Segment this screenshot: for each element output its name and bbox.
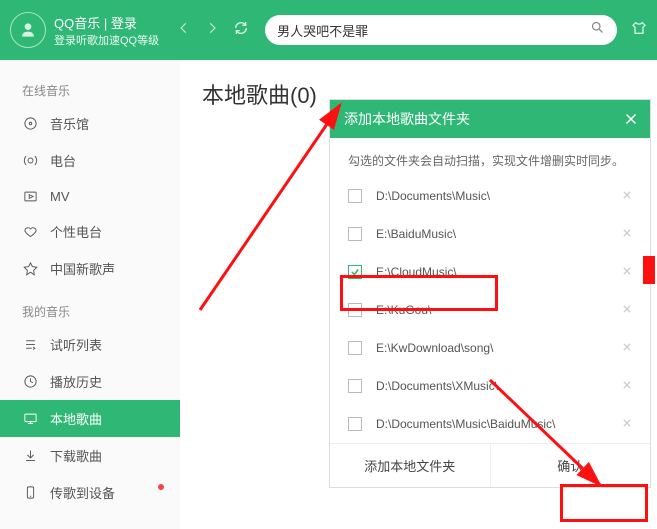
search-box[interactable] — [265, 15, 617, 45]
sidebar-item-online-3[interactable]: 个性电台 — [0, 213, 180, 250]
play-icon — [22, 188, 38, 204]
sidebar-item-mine-0[interactable]: 试听列表 — [0, 326, 180, 363]
remove-icon[interactable] — [622, 227, 636, 241]
heart-icon — [22, 224, 38, 240]
close-icon[interactable] — [612, 100, 650, 138]
sidebar-section-mine: 我的音乐 — [0, 297, 180, 326]
folder-path: E:\KuGou\ — [376, 303, 431, 317]
disc-icon — [22, 116, 38, 132]
folder-path: D:\Documents\Music\ — [376, 189, 490, 203]
sidebar: 在线音乐 音乐馆电台 MV 个性电台中国新歌声 我的音乐 试听列表播放历史本地歌曲下… — [0, 60, 180, 529]
folder-path: D:\Documents\XMusic\ — [376, 379, 498, 393]
folder-path: E:\BaiduMusic\ — [376, 227, 456, 241]
folder-row[interactable]: D:\Documents\XMusic\ — [330, 367, 650, 405]
remove-icon[interactable] — [622, 379, 636, 393]
folder-row[interactable]: D:\Documents\Music\ — [330, 177, 650, 215]
sidebar-item-label: 个性电台 — [50, 222, 102, 241]
sidebar-item-label: 电台 — [50, 151, 76, 170]
download-icon — [22, 448, 38, 464]
login-block[interactable]: QQ音乐 | 登录 登录听歌加速QQ等级 — [54, 13, 159, 48]
annotation-mark — [643, 256, 655, 284]
star-icon — [22, 261, 38, 277]
app-header: QQ音乐 | 登录 登录听歌加速QQ等级 — [0, 0, 657, 60]
sidebar-item-label: MV — [50, 189, 70, 204]
checkbox[interactable] — [348, 227, 362, 241]
list-icon — [22, 337, 38, 353]
computer-icon — [22, 411, 38, 427]
remove-icon[interactable] — [622, 189, 636, 203]
dialog-title: 添加本地歌曲文件夹 — [344, 109, 470, 129]
sidebar-item-online-1[interactable]: 电台 — [0, 142, 180, 179]
remove-icon[interactable] — [622, 265, 636, 279]
dialog-header: 添加本地歌曲文件夹 — [330, 100, 650, 138]
sidebar-item-mine-1[interactable]: 播放历史 — [0, 363, 180, 400]
badge-dot — [158, 484, 164, 490]
sidebar-item-label: 试听列表 — [50, 335, 102, 354]
sidebar-item-online-2[interactable]: MV — [0, 179, 180, 213]
sidebar-item-mine-4[interactable]: 传歌到设备 — [0, 474, 180, 511]
phone-icon — [22, 485, 38, 501]
folder-row[interactable]: E:\KuGou\ — [330, 291, 650, 329]
search-icon[interactable] — [590, 20, 605, 40]
refresh-icon[interactable] — [233, 20, 249, 41]
login-subtitle: 登录听歌加速QQ等级 — [54, 32, 159, 48]
radio-icon — [22, 153, 38, 169]
sidebar-item-label: 播放历史 — [50, 372, 102, 391]
sidebar-item-label: 传歌到设备 — [50, 483, 115, 502]
checkbox[interactable] — [348, 265, 362, 279]
remove-icon[interactable] — [622, 417, 636, 431]
folder-list: D:\Documents\Music\ E:\BaiduMusic\ E:\Clou… — [330, 177, 650, 443]
nav-back-icon[interactable] — [177, 21, 191, 40]
sidebar-item-label: 下载歌曲 — [50, 446, 102, 465]
folder-row[interactable]: D:\Documents\Music\BaiduMusic\ — [330, 405, 650, 443]
sidebar-item-mine-2[interactable]: 本地歌曲 — [0, 400, 180, 437]
confirm-button[interactable]: 确认 — [490, 444, 651, 487]
checkbox[interactable] — [348, 189, 362, 203]
checkbox[interactable] — [348, 341, 362, 355]
search-input[interactable] — [277, 23, 590, 38]
skin-icon[interactable] — [631, 20, 647, 41]
folder-row[interactable]: E:\BaiduMusic\ — [330, 215, 650, 253]
sidebar-item-online-4[interactable]: 中国新歌声 — [0, 250, 180, 287]
folder-path: E:\CloudMusic\ — [376, 265, 457, 279]
sidebar-item-label: 音乐馆 — [50, 114, 89, 133]
sidebar-item-label: 本地歌曲 — [50, 409, 102, 428]
sidebar-item-online-0[interactable]: 音乐馆 — [0, 105, 180, 142]
add-local-folder-button[interactable]: 添加本地文件夹 — [330, 444, 490, 487]
checkbox[interactable] — [348, 303, 362, 317]
sidebar-item-mine-3[interactable]: 下载歌曲 — [0, 437, 180, 474]
checkbox[interactable] — [348, 417, 362, 431]
app-title: QQ音乐 | 登录 — [54, 13, 159, 32]
sidebar-section-online: 在线音乐 — [0, 76, 180, 105]
sidebar-item-label: 中国新歌声 — [50, 259, 115, 278]
nav-forward-icon[interactable] — [205, 21, 219, 40]
folder-path: E:\KwDownload\song\ — [376, 341, 493, 355]
folder-row[interactable]: E:\KwDownload\song\ — [330, 329, 650, 367]
clock-icon — [22, 374, 38, 390]
add-folder-dialog: 添加本地歌曲文件夹 勾选的文件夹会自动扫描，实现文件增删实时同步。 D:\Doc… — [330, 100, 650, 487]
remove-icon[interactable] — [622, 341, 636, 355]
avatar[interactable] — [10, 12, 46, 48]
dialog-tip: 勾选的文件夹会自动扫描，实现文件增删实时同步。 — [330, 138, 650, 177]
checkbox[interactable] — [348, 379, 362, 393]
remove-icon[interactable] — [622, 303, 636, 317]
folder-path: D:\Documents\Music\BaiduMusic\ — [376, 417, 555, 431]
folder-row[interactable]: E:\CloudMusic\ — [330, 253, 650, 291]
